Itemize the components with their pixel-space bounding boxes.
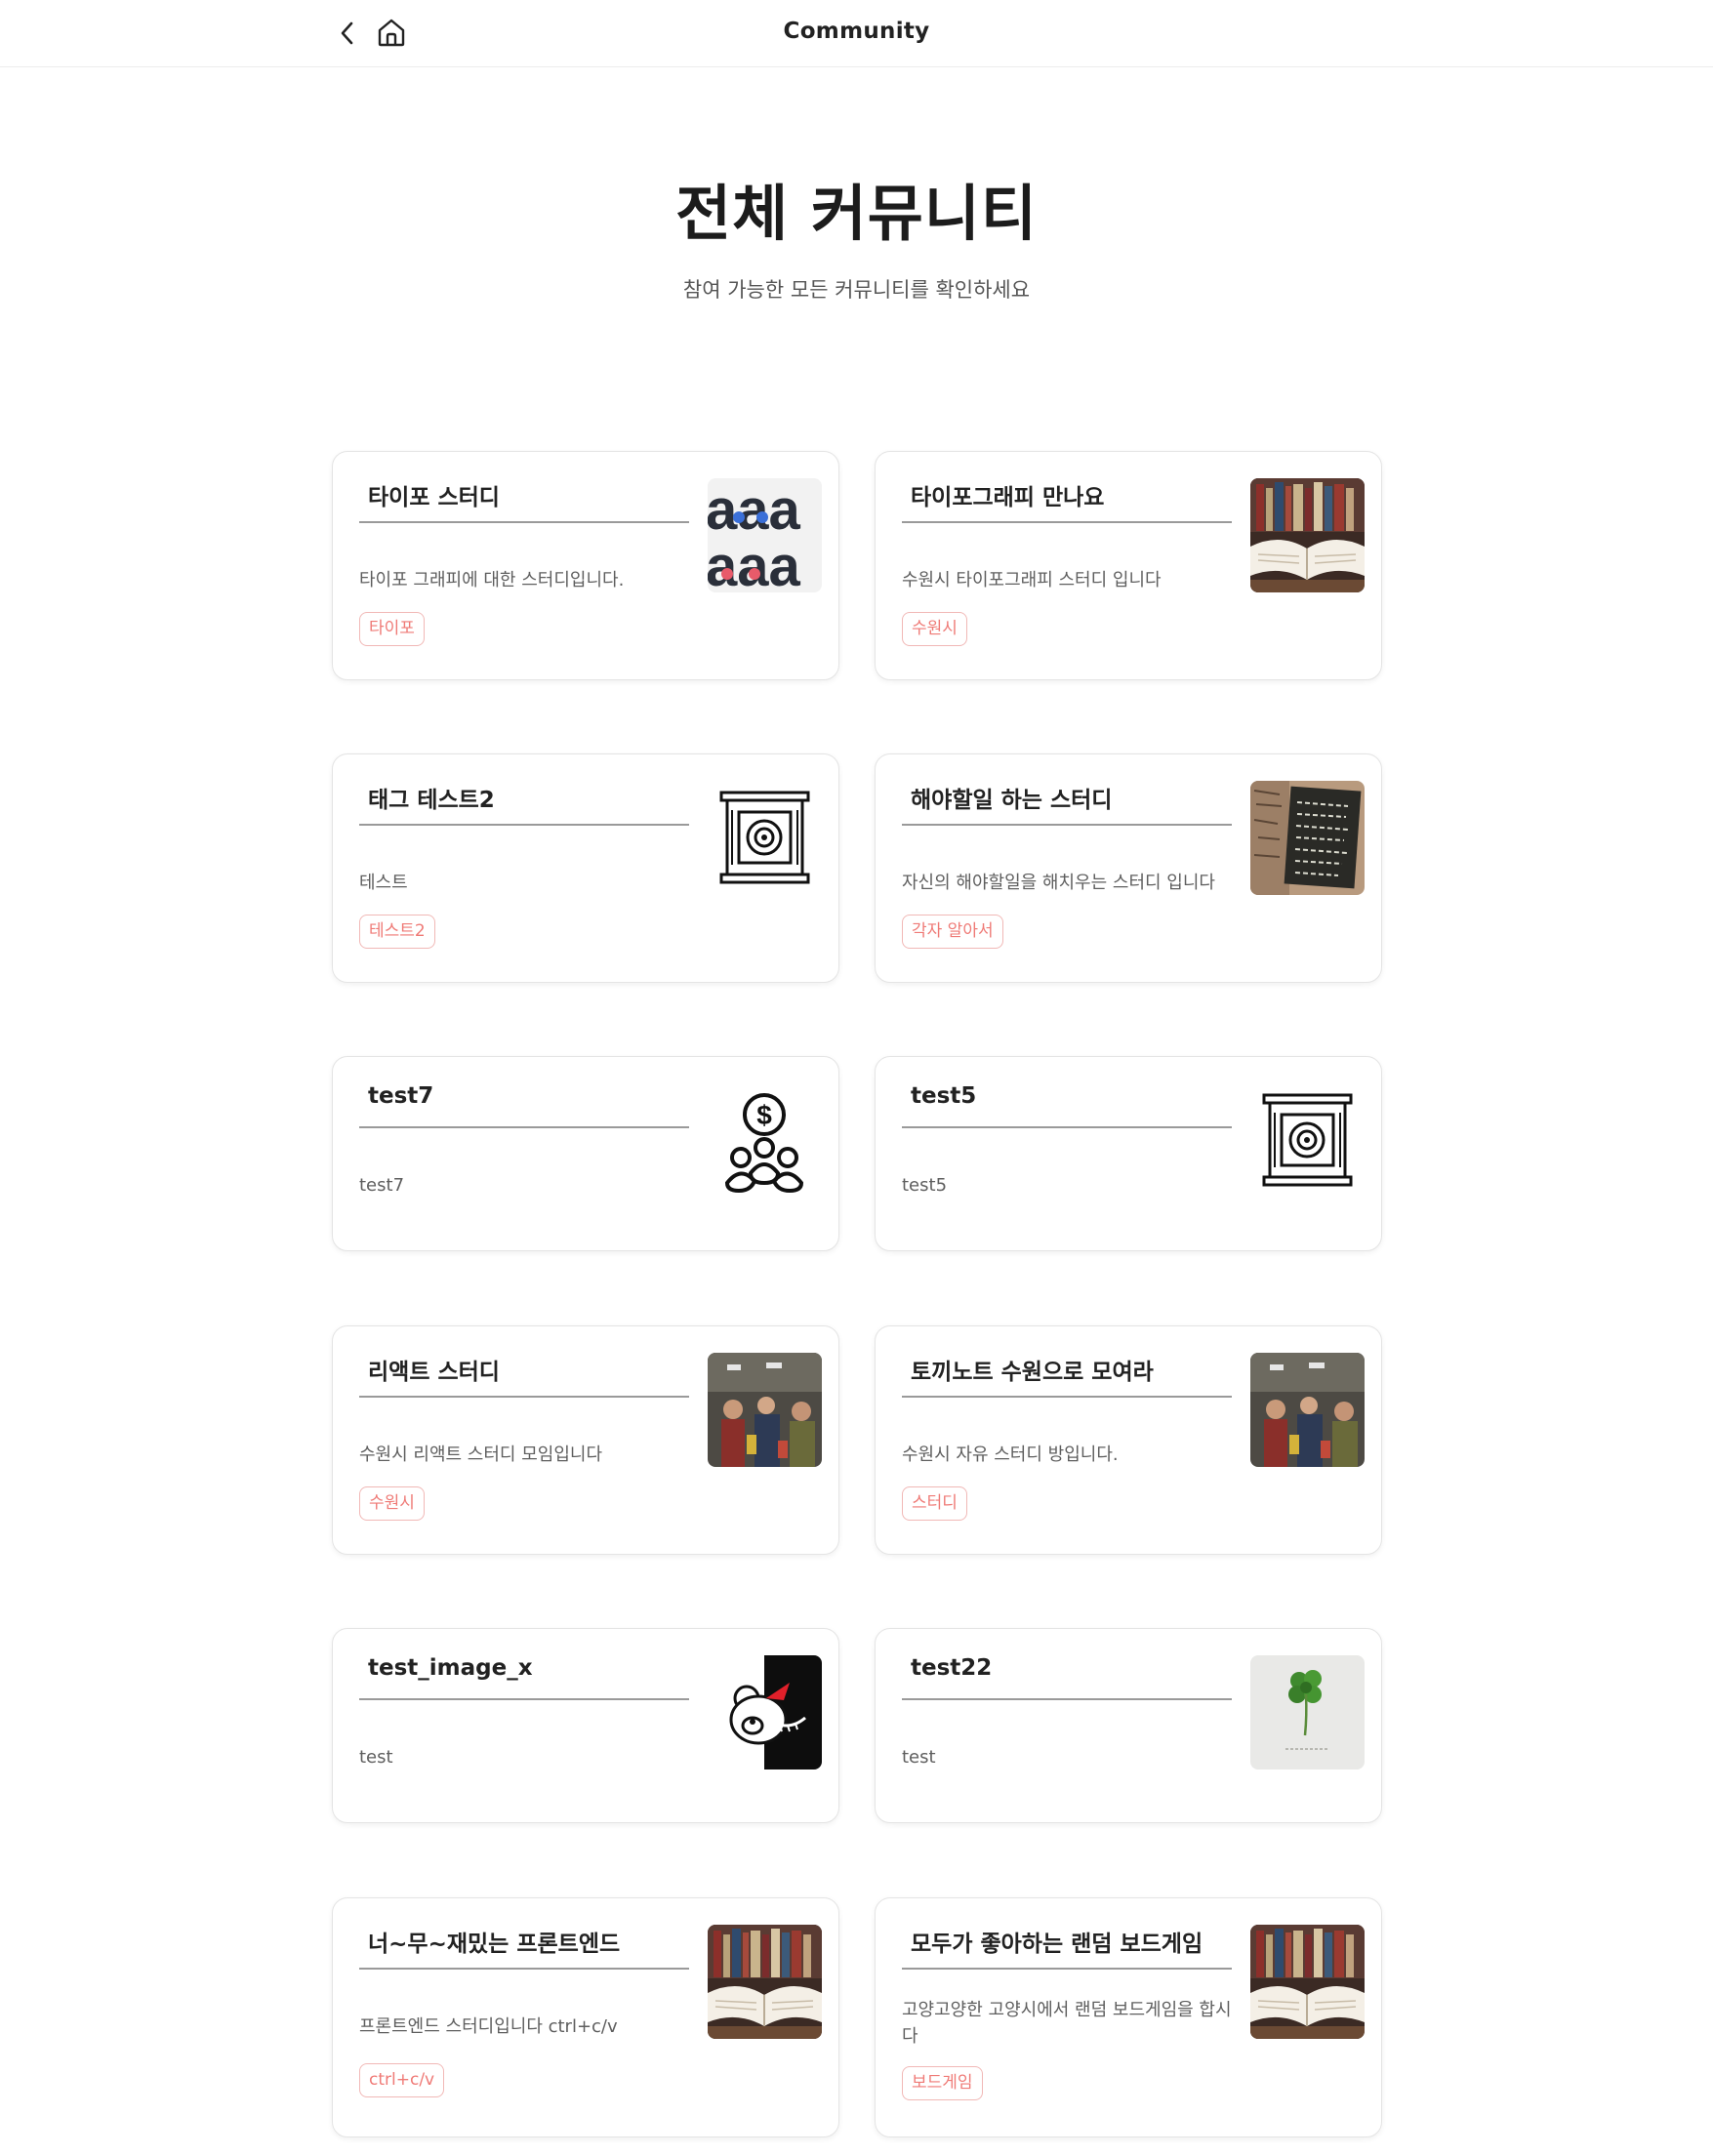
card-title: 너~무~재밌는 프론트엔드: [368, 1932, 621, 1957]
card-title: test7: [368, 1083, 434, 1109]
card-divider: [902, 1968, 1232, 1970]
card-divider: [902, 1698, 1232, 1700]
clover-image: [1250, 1655, 1365, 1770]
card-description: 수원시 리액트 스터디 모임입니다: [359, 1444, 603, 1465]
card-title: test22: [911, 1655, 993, 1681]
community-card[interactable]: 타이포그래피 만나요 수원시 타이포그래피 스터디 입니다 수원시: [875, 451, 1382, 680]
card-divider: [359, 1126, 689, 1128]
money-group-icon-image: $: [708, 1083, 822, 1198]
vault-icon-image: [1250, 1083, 1365, 1198]
community-card[interactable]: 토끼노트 수원으로 모여라 수원시 자유 스터디 방입니다. 스터디: [875, 1325, 1382, 1555]
card-title: 모두가 좋아하는 랜덤 보드게임: [911, 1932, 1203, 1957]
svg-text:$: $: [756, 1100, 772, 1130]
page-subtitle: 참여 가능한 모든 커뮤니티를 확인하세요: [682, 278, 1031, 302]
page-header-title: Community: [783, 19, 930, 44]
card-description: 자신의 해야할일을 해치우는 스터디 입니다: [902, 873, 1215, 893]
card-divider: [902, 1396, 1232, 1398]
vault-icon-image: [708, 781, 822, 895]
card-divider: [359, 1968, 689, 1970]
page-title: 전체 커뮤니티: [675, 178, 1038, 249]
card-divider: [902, 824, 1232, 826]
letters-aaa-image: aaa aaa: [708, 478, 822, 592]
street-photo: [708, 1353, 822, 1467]
community-card[interactable]: 모두가 좋아하는 랜덤 보드게임 고양고양한 고양시에서 랜덤 보드게임을 합시…: [875, 1897, 1382, 2137]
card-divider: [359, 1396, 689, 1398]
card-title: test_image_x: [368, 1655, 533, 1681]
open-book-image: [1250, 1925, 1365, 2039]
card-title: 타이포 스터디: [368, 485, 500, 510]
card-tag[interactable]: ctrl+c/v: [359, 2063, 445, 2097]
card-tag[interactable]: 보드게임: [902, 2066, 983, 2100]
card-tag[interactable]: 각자 알아서: [902, 915, 1003, 949]
community-card[interactable]: test7 test7 $: [332, 1056, 839, 1251]
top-bar: Community: [0, 0, 1713, 67]
card-description: 고양고양한 고양시에서 랜덤 보드게임을 합시다: [902, 2000, 1232, 2047]
card-title: 타이포그래피 만나요: [911, 485, 1105, 510]
open-book-image: [708, 1925, 822, 2039]
card-description: 수원시 타이포그래피 스터디 입니다: [902, 570, 1162, 590]
community-card[interactable]: 리액트 스터디 수원시 리액트 스터디 모임입니다 수원시: [332, 1325, 839, 1555]
card-tag[interactable]: 수원시: [359, 1486, 425, 1521]
svg-text:aaa: aaa: [708, 535, 801, 592]
card-tag[interactable]: 스터디: [902, 1486, 967, 1521]
card-divider: [902, 521, 1232, 523]
card-tag[interactable]: 수원시: [902, 612, 967, 646]
card-description: 수원시 자유 스터디 방입니다.: [902, 1444, 1119, 1465]
card-title: 태그 테스트2: [368, 788, 495, 813]
card-title: 토끼노트 수원으로 모여라: [911, 1360, 1154, 1385]
bear-character-image: [708, 1655, 822, 1770]
open-book-image: [1250, 478, 1365, 592]
card-description: 테스트: [359, 873, 408, 893]
card-tag[interactable]: 타이포: [359, 612, 425, 646]
community-card[interactable]: 해야할일 하는 스터디 자신의 해야할일을 해치우는 스터디 입니다 각자 알아…: [875, 753, 1382, 983]
card-description: test: [359, 1747, 393, 1768]
chalkboard-photo: [1250, 781, 1365, 895]
card-title: test5: [911, 1083, 977, 1109]
community-card[interactable]: test_image_x test: [332, 1628, 839, 1823]
card-description: test7: [359, 1175, 405, 1196]
svg-text:aaa: aaa: [708, 478, 801, 542]
street-photo: [1250, 1353, 1365, 1467]
card-description: test: [902, 1747, 936, 1768]
card-divider: [359, 1698, 689, 1700]
card-divider: [902, 1126, 1232, 1128]
card-title: 해야할일 하는 스터디: [911, 788, 1113, 813]
card-tag[interactable]: 테스트2: [359, 915, 435, 949]
card-divider: [359, 521, 689, 523]
community-card[interactable]: 타이포 스터디 타이포 그래피에 대한 스터디입니다. 타이포 aaa aaa: [332, 451, 839, 680]
community-card[interactable]: 너~무~재밌는 프론트엔드 프론트엔드 스터디입니다 ctrl+c/v ctrl…: [332, 1897, 839, 2137]
card-title: 리액트 스터디: [368, 1360, 500, 1385]
card-description: 프론트엔드 스터디입니다 ctrl+c/v: [359, 2016, 618, 2037]
community-card[interactable]: test5 test5: [875, 1056, 1382, 1251]
community-card[interactable]: 태그 테스트2 테스트 테스트2: [332, 753, 839, 983]
card-description: 타이포 그래피에 대한 스터디입니다.: [359, 570, 625, 590]
card-description: test5: [902, 1175, 948, 1196]
card-divider: [359, 824, 689, 826]
community-card[interactable]: test22 test: [875, 1628, 1382, 1823]
